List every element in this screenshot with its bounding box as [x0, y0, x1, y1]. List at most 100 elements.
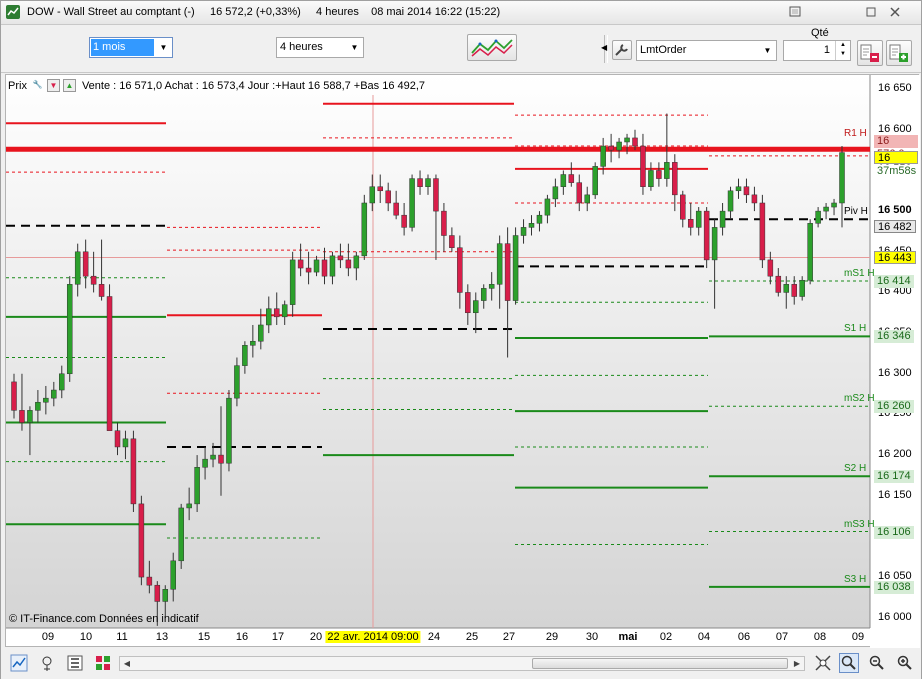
candle-style-icon[interactable] — [65, 653, 85, 673]
candle-body — [687, 219, 694, 228]
candle-body — [504, 243, 511, 301]
order-type-select[interactable]: LmtOrder ▼ — [636, 40, 777, 61]
minimize-button[interactable] — [783, 3, 807, 21]
chevron-down-icon: ▼ — [159, 43, 168, 52]
scroll-right-icon[interactable]: ▶ — [790, 657, 804, 670]
qty-input[interactable]: 1 ▲ ▼ — [783, 40, 851, 61]
sell-button[interactable] — [857, 40, 883, 66]
copyright-text: © IT-Finance.com Données en indicatif — [9, 613, 199, 625]
candle-body — [608, 145, 614, 151]
chart-canvas[interactable] — [6, 75, 920, 648]
color-scheme-icon[interactable] — [93, 653, 113, 673]
price-chart[interactable]: Prix 🔧 ▼ ▲ Vente : 16 571,0 Achat : 16 5… — [5, 74, 920, 648]
zoom-fit-icon[interactable] — [813, 653, 833, 673]
candle-body — [457, 247, 463, 293]
candle-body — [369, 186, 376, 204]
pivot-level-label: Piv H — [844, 206, 868, 218]
candle-body — [711, 227, 718, 261]
qty-stepper[interactable]: ▲ ▼ — [835, 41, 850, 60]
candle-body — [289, 259, 296, 305]
candle-body — [194, 467, 200, 505]
candle-body — [815, 210, 821, 224]
zoom-area-icon[interactable] — [839, 653, 859, 673]
buy-button[interactable] — [886, 40, 912, 66]
candle-body — [353, 255, 360, 269]
timeframe-select[interactable]: 4 heures ▼ — [276, 37, 364, 58]
candle-body — [488, 284, 495, 289]
s2-price-tag: 16 174 — [874, 470, 914, 484]
candle-body — [98, 284, 105, 297]
candle-body — [656, 170, 662, 179]
candle-body — [544, 198, 551, 216]
chart-type-icon[interactable] — [9, 653, 29, 673]
candle-body — [783, 284, 790, 293]
x-tick-label: 02 — [659, 631, 673, 643]
x-tick-label: 25 — [465, 631, 479, 643]
wrench-icon[interactable]: 🔧 — [31, 79, 44, 92]
candle-body — [417, 178, 423, 187]
candle-body — [178, 507, 184, 562]
collapse-arrow-icon[interactable]: ◀ — [601, 43, 607, 52]
candle-body — [401, 214, 407, 228]
candle-body — [775, 275, 782, 293]
candle-body — [114, 430, 121, 448]
scroll-left-icon[interactable]: ◀ — [120, 657, 134, 670]
candle-body — [441, 210, 447, 236]
candle-body — [377, 186, 383, 192]
candle-body — [703, 210, 710, 261]
candle-body — [624, 137, 630, 143]
crosshair-icon[interactable] — [37, 653, 57, 673]
candle-body — [35, 401, 41, 411]
toolbar: 1 mois ▼ 4 heures ▼ ◀ LmtOrder ▼ Qté 1 ▲… — [1, 25, 921, 73]
sell-mini-icon[interactable]: ▼ — [46, 79, 60, 92]
candle-body — [337, 255, 344, 261]
candle-body — [154, 584, 161, 602]
x-tick-label: 20 — [309, 631, 323, 643]
candle-body — [305, 267, 312, 273]
candle-body — [807, 223, 813, 281]
zoom-in-icon[interactable] — [895, 653, 915, 673]
candle-body — [273, 308, 280, 318]
x-tick-label: 08 — [813, 631, 827, 643]
candle-body — [616, 141, 622, 151]
candle-body — [234, 365, 240, 399]
candle-body — [51, 389, 57, 399]
candle-body — [791, 284, 797, 297]
time-scrollbar[interactable]: ◀ ▶ — [119, 656, 805, 671]
order-settings-button[interactable] — [612, 40, 632, 60]
period-select[interactable]: 1 mois ▼ — [89, 37, 173, 58]
candle-body — [385, 190, 391, 204]
candle-body — [473, 300, 479, 314]
candle-body — [560, 174, 567, 187]
price-label: Prix — [8, 79, 27, 92]
trading-window: DOW - Wall Street au comptant (-) 16 572… — [0, 0, 922, 679]
buy-mini-icon[interactable]: ▲ — [62, 79, 76, 92]
restore-button[interactable] — [859, 3, 883, 21]
scroll-thumb[interactable] — [532, 658, 788, 669]
cursor-price-tag: 16 443 — [874, 251, 916, 265]
candle-body — [480, 288, 487, 301]
candle-body — [138, 503, 145, 578]
candle-body — [695, 210, 702, 228]
ms2-price-tag: 16 260 — [874, 400, 914, 414]
candle-body — [672, 162, 678, 196]
candle-body — [59, 373, 65, 391]
y-tick-label: 16 600 — [878, 122, 912, 135]
y-tick-label: 16 300 — [878, 366, 912, 379]
zoom-out-icon[interactable] — [867, 653, 887, 673]
candle-body — [361, 202, 368, 257]
indicators-button[interactable] — [467, 34, 517, 61]
candle-body — [759, 202, 766, 261]
candle-body — [329, 255, 336, 277]
close-icon[interactable] — [883, 3, 907, 21]
plot-background — [6, 75, 870, 628]
r1-level-label: R1 H — [844, 128, 867, 140]
candle-body — [266, 308, 272, 326]
candle-body — [512, 235, 519, 301]
candle-body — [345, 259, 352, 269]
s3-level-label: S3 H — [844, 573, 867, 585]
candle-body — [552, 186, 559, 200]
x-tick-label: 22 avr. 2014 09:00 — [325, 631, 421, 643]
x-tick-label: 11 — [116, 631, 128, 643]
candle-body — [186, 503, 192, 509]
